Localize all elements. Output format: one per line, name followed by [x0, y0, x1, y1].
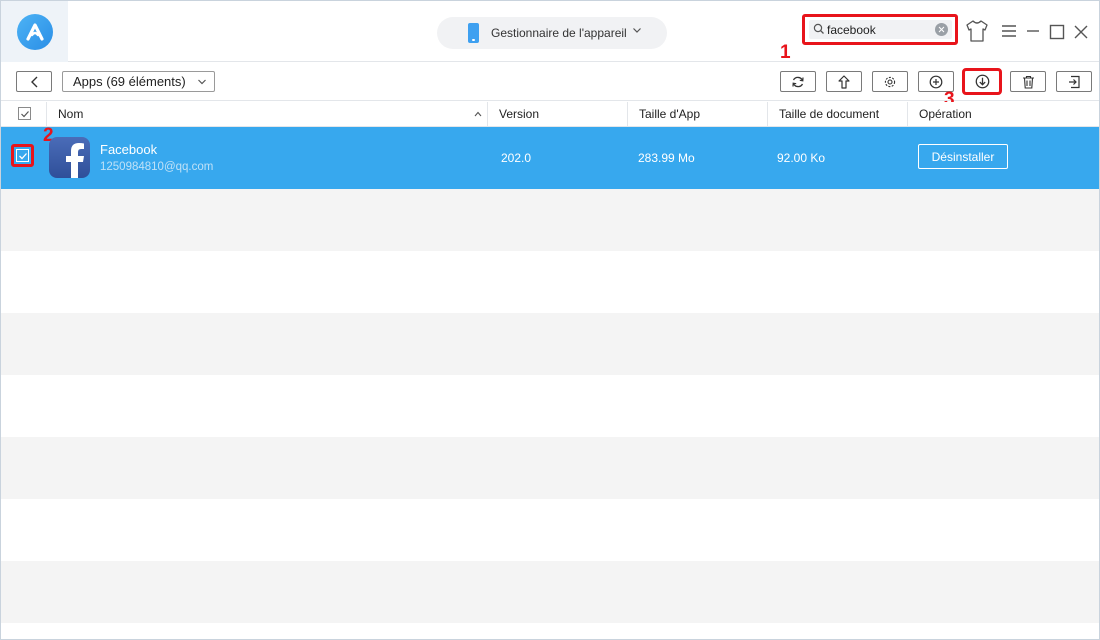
category-label: Apps (69 éléments) [73, 74, 186, 89]
empty-row [1, 189, 1099, 251]
column-header-operation[interactable]: Opération [907, 102, 1099, 127]
close-icon[interactable] [1073, 24, 1089, 40]
app-window: Gestionnaire de l'appareil 1 Apps (69 él… [0, 0, 1100, 640]
export-button[interactable] [826, 71, 862, 92]
empty-row [1, 313, 1099, 375]
device-manager-dropdown[interactable]: Gestionnaire de l'appareil [437, 17, 667, 49]
search-icon [813, 23, 824, 34]
delete-button[interactable] [1010, 71, 1046, 92]
uninstall-button[interactable]: Désinstaller [918, 144, 1008, 169]
empty-row [1, 499, 1099, 561]
category-dropdown[interactable]: Apps (69 éléments) [62, 71, 215, 92]
empty-row [1, 623, 1099, 639]
clear-search-icon[interactable] [935, 23, 948, 36]
facebook-app-icon [49, 137, 90, 178]
document-size: 92.00 Ko [777, 151, 826, 165]
empty-row [1, 251, 1099, 313]
add-circle-icon [929, 75, 943, 88]
empty-row [1, 561, 1099, 623]
device-manager-label: Gestionnaire de l'appareil [491, 26, 627, 40]
search-input[interactable] [827, 20, 927, 39]
toolbar: Apps (69 éléments) [1, 63, 1099, 101]
column-header-name[interactable]: Nom [46, 102, 487, 127]
checkmark-icon [21, 111, 29, 118]
app-logo[interactable] [1, 1, 68, 62]
empty-row [1, 375, 1099, 437]
exit-button[interactable] [1056, 71, 1092, 92]
table-header: Nom Version Taille d'App Taille de docum… [1, 102, 1099, 127]
settings-button[interactable] [872, 71, 908, 92]
column-header-version[interactable]: Version [487, 102, 627, 127]
app-account: 1250984810@qq.com [100, 161, 214, 173]
back-icon [31, 76, 38, 88]
search-box-highlight [802, 14, 958, 45]
minimize-icon[interactable] [1025, 24, 1041, 38]
select-all-checkbox[interactable] [18, 107, 31, 120]
app-name: Facebook [100, 142, 158, 157]
app-size: 283.99 Mo [638, 151, 695, 165]
maximize-icon[interactable] [1049, 24, 1065, 40]
skin-shirt-icon[interactable] [965, 19, 989, 43]
upload-arrow-icon [838, 74, 850, 89]
empty-row [1, 437, 1099, 499]
anytrans-logo-icon [16, 13, 53, 50]
refresh-icon [792, 76, 804, 87]
exit-icon [1068, 75, 1080, 88]
menu-icon[interactable] [1001, 24, 1017, 38]
chevron-down-icon [633, 28, 641, 33]
title-bar: Gestionnaire de l'appareil 1 [1, 1, 1099, 63]
column-header-app-size[interactable]: Taille d'App [627, 102, 767, 127]
download-to-computer-button[interactable] [962, 68, 1002, 95]
back-button[interactable] [16, 71, 52, 92]
gear-icon [884, 76, 896, 87]
column-header-doc-size[interactable]: Taille de document [767, 102, 907, 127]
sort-up-icon [474, 111, 482, 117]
search-field [809, 20, 952, 39]
chevron-down-icon [198, 79, 206, 85]
download-circle-icon [975, 74, 989, 89]
checkbox-highlight [11, 144, 34, 167]
phone-icon [468, 23, 479, 43]
annotation-badge-1: 1 [780, 42, 791, 63]
app-version: 202.0 [501, 151, 532, 165]
trash-icon [1022, 75, 1034, 89]
refresh-button[interactable] [780, 71, 816, 92]
